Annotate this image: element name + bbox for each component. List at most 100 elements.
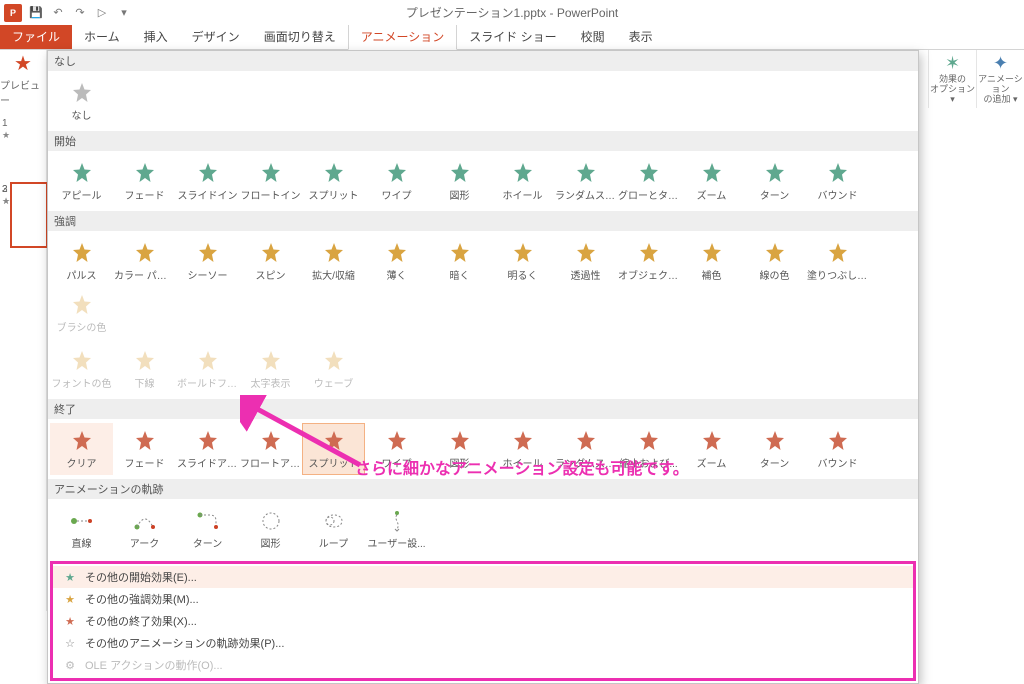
tab-design[interactable]: デザイン <box>180 24 252 49</box>
undo-button[interactable]: ↶ <box>50 5 66 21</box>
animation-item[interactable]: 拡大/収縮 <box>302 235 365 287</box>
preview-group[interactable]: ★ プレビュー <box>0 50 47 108</box>
tab-file[interactable]: ファイル <box>0 24 72 49</box>
window-title: プレゼンテーション1.pptx - PowerPoint <box>406 4 618 21</box>
animation-item[interactable]: フロートイン <box>239 155 302 207</box>
star-icon <box>763 161 787 185</box>
tab-insert[interactable]: 挿入 <box>132 24 180 49</box>
animation-item[interactable]: クリア <box>50 423 113 475</box>
animation-item[interactable]: フェード <box>113 423 176 475</box>
star-icon <box>448 161 472 185</box>
slideshow-start-button[interactable]: ▷ <box>94 5 110 21</box>
star-icon <box>511 429 535 453</box>
animation-item: ボールドフラ... <box>176 343 239 395</box>
effect-options-icon: ✶ <box>945 53 960 74</box>
animation-item[interactable]: スピン <box>239 235 302 287</box>
star-icon: ★ <box>63 571 77 584</box>
animation-item[interactable]: 透過性 <box>554 235 617 287</box>
add-animation-button[interactable]: ✦ アニメーション の追加 ▾ <box>976 50 1024 108</box>
animation-item[interactable]: 図形 <box>239 503 302 555</box>
star-icon <box>700 241 724 265</box>
animation-item[interactable]: シーソー <box>176 235 239 287</box>
animation-item[interactable]: なし <box>50 75 113 127</box>
animation-item[interactable]: 補色 <box>680 235 743 287</box>
star-icon <box>637 429 661 453</box>
animation-item[interactable]: ランダムスト... <box>554 155 617 207</box>
animation-item[interactable]: 暗く <box>428 235 491 287</box>
animation-item-label: ブラシの色 <box>57 319 107 334</box>
star-icon <box>133 429 157 453</box>
animation-item[interactable]: ターン <box>743 155 806 207</box>
ribbon-tabs: ファイル ホーム 挿入 デザイン 画面切り替え アニメーション スライド ショー… <box>0 25 1024 50</box>
effect-options-button[interactable]: ✶ 効果の オプション ▾ <box>928 50 976 108</box>
star-icon <box>259 349 283 373</box>
animation-item[interactable]: アピール <box>50 155 113 207</box>
animation-item-label: フェード <box>125 187 165 202</box>
animation-item-label: ターン <box>760 455 790 470</box>
animation-item[interactable]: スライドイン <box>176 155 239 207</box>
animation-item[interactable]: ユーザー設... <box>365 503 428 555</box>
more-emphasis-effects[interactable]: ★ その他の強調効果(M)... <box>53 588 913 610</box>
animation-item-label: 透過性 <box>571 267 601 282</box>
star-icon <box>511 161 535 185</box>
star-icon <box>196 429 220 453</box>
animation-item[interactable]: ワイプ <box>365 155 428 207</box>
star-icon <box>637 241 661 265</box>
animation-item[interactable]: パルス <box>50 235 113 287</box>
add-animation-label: アニメーション の追加 ▾ <box>977 75 1024 105</box>
animation-item-label: 直線 <box>72 535 92 550</box>
animation-item[interactable]: ターン <box>743 423 806 475</box>
animation-item[interactable]: フロートアウト <box>239 423 302 475</box>
animation-item[interactable]: オブジェクト ... <box>617 235 680 287</box>
more-exit-effects[interactable]: ★ その他の終了効果(X)... <box>53 610 913 632</box>
animation-item-label: 補色 <box>702 267 722 282</box>
animation-item[interactable]: バウンド <box>806 423 869 475</box>
animation-item-label: ループ <box>319 535 348 550</box>
animation-item[interactable]: ループ <box>302 503 365 555</box>
qat-more-button[interactable]: ▾ <box>116 5 132 21</box>
tab-transitions[interactable]: 画面切り替え <box>252 24 348 49</box>
animation-item-label: パルス <box>67 267 97 282</box>
animation-item[interactable]: バウンド <box>806 155 869 207</box>
star-icon <box>574 241 598 265</box>
animation-item[interactable]: スプリット <box>302 155 365 207</box>
star-icon <box>259 429 283 453</box>
star-icon <box>448 241 472 265</box>
animation-item[interactable]: 塗りつぶしの色 <box>806 235 869 287</box>
animation-item[interactable]: グローとターン <box>617 155 680 207</box>
animation-item[interactable]: 薄く <box>365 235 428 287</box>
animation-item[interactable]: スライドアウト <box>176 423 239 475</box>
animation-item[interactable]: 図形 <box>428 155 491 207</box>
animation-item[interactable]: ズーム <box>680 423 743 475</box>
more-entrance-effects[interactable]: ★ その他の開始効果(E)... <box>53 566 913 588</box>
animation-item-label: なし <box>72 107 92 122</box>
animation-item-label: フロートアウト <box>240 455 301 470</box>
animation-item[interactable]: ホイール <box>491 155 554 207</box>
motion-path-icon <box>322 509 346 533</box>
more-motion-effects[interactable]: ☆ その他のアニメーションの軌跡効果(P)... <box>53 632 913 654</box>
star-icon <box>511 241 535 265</box>
annotation-text: さらに細かなアニメーション設定も可能です。 <box>355 455 689 479</box>
animation-item[interactable]: 明るく <box>491 235 554 287</box>
tab-view[interactable]: 表示 <box>617 24 665 49</box>
star-icon <box>196 349 220 373</box>
tab-review[interactable]: 校閲 <box>569 24 617 49</box>
tab-slideshow[interactable]: スライド ショー <box>457 24 568 49</box>
tab-home[interactable]: ホーム <box>72 24 132 49</box>
animation-item: ウェーブ <box>302 343 365 395</box>
gear-icon: ⚙ <box>63 659 77 672</box>
redo-button[interactable]: ↷ <box>72 5 88 21</box>
animation-item[interactable]: 直線 <box>50 503 113 555</box>
animation-item: ブラシの色 <box>50 287 113 339</box>
animation-item[interactable]: フェード <box>113 155 176 207</box>
animation-item-label: ズーム <box>697 455 727 470</box>
save-button[interactable]: 💾 <box>28 5 44 21</box>
animation-item[interactable]: アーク <box>113 503 176 555</box>
animation-item[interactable]: ターン <box>176 503 239 555</box>
animation-item[interactable]: ズーム <box>680 155 743 207</box>
animation-item[interactable]: 線の色 <box>743 235 806 287</box>
motion-path-icon <box>70 509 94 533</box>
animation-item[interactable]: カラー パルス <box>113 235 176 287</box>
tab-animations[interactable]: アニメーション <box>348 23 458 50</box>
animation-item-label: スプリット <box>309 187 359 202</box>
